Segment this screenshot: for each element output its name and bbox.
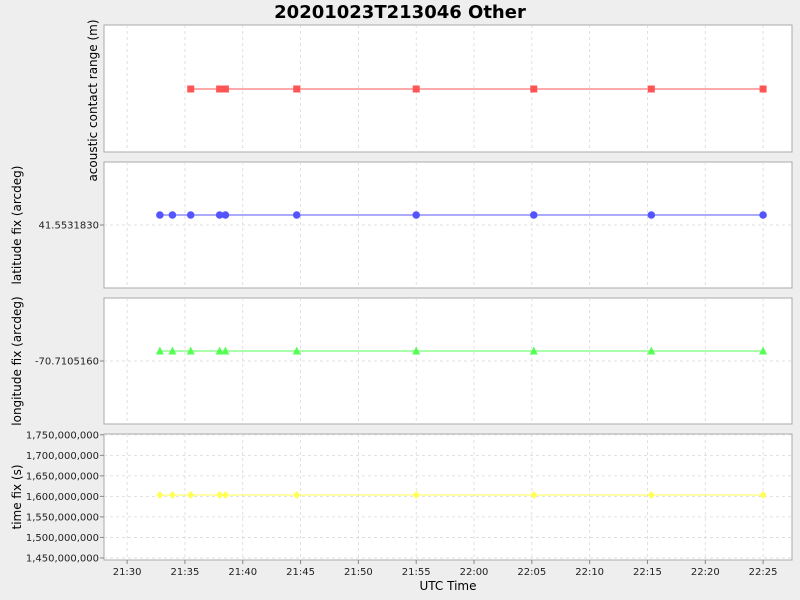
data-point [156,211,164,219]
data-point [221,85,229,93]
y-tick-label: 41.5531830 [39,221,99,232]
data-point [292,211,301,219]
data-point [529,211,538,219]
y-tick-label: 1,550,000,000 [26,512,99,523]
x-tick-label: 21:35 [171,567,200,578]
chart-title: 20201023T213046 Other [274,2,526,23]
data-point [759,211,767,219]
x-tick-label: 22:00 [460,567,489,578]
x-tick-label: 22:20 [691,567,720,578]
y-axis-label: longitude fix (arcdeg) [10,296,24,425]
panel-2: 41.5531830 latitude fix (arcdeg) [10,161,793,289]
y-tick-label: 1,650,000,000 [26,471,99,482]
panel-3: -70.7105160 longitude fix (arcdeg) [10,296,793,426]
x-tick-label: 21:50 [344,567,373,578]
y-axis-label: acoustic contact range (m) [86,19,100,181]
y-tick-label: 1,500,000,000 [26,533,99,544]
panel-1: acoustic contact range (m) [86,19,793,182]
data-point [412,85,420,93]
panel-4: 1,450,000,000 1,500,000,000 1,550,000,000 1… [10,430,793,564]
y-tick-label: -70.7105160 [35,357,99,368]
data-point [759,85,767,93]
data-point [186,211,195,219]
x-tick-label: 22:05 [517,567,546,578]
x-tick-label: 21:30 [113,567,142,578]
y-tick-label: 1,750,000,000 [26,430,99,441]
chart: 20201023T213046 Other acoustic contact r… [10,2,793,593]
x-tick-label: 22:25 [749,567,778,578]
x-tick-label: 21:45 [286,567,315,578]
data-point [168,211,177,219]
y-tick-label: 1,600,000,000 [26,492,99,503]
data-point [187,85,195,93]
data-point [221,211,230,219]
x-tick-label: 21:55 [402,567,431,578]
data-point [412,211,421,219]
panel-4-background [103,433,793,561]
data-point [647,211,656,219]
data-point [647,85,655,93]
data-point [293,85,301,93]
x-axis: 21:30 21:35 21:40 21:45 21:50 21:55 22:00 22:05… [113,560,778,578]
x-axis-label: UTC Time [420,579,477,593]
panels: acoustic contact range (m) 41.5531830 lati… [10,19,793,564]
x-tick-label: 21:40 [228,567,257,578]
y-axis-label: latitude fix (arcdeg) [10,166,24,285]
data-point [530,85,538,93]
x-tick-label: 22:10 [575,567,604,578]
y-tick-label: 1,700,000,000 [26,451,99,462]
y-tick-label: 1,450,000,000 [26,553,99,564]
y-axis-label: time fix (s) [10,464,24,529]
x-tick-label: 22:15 [633,567,662,578]
